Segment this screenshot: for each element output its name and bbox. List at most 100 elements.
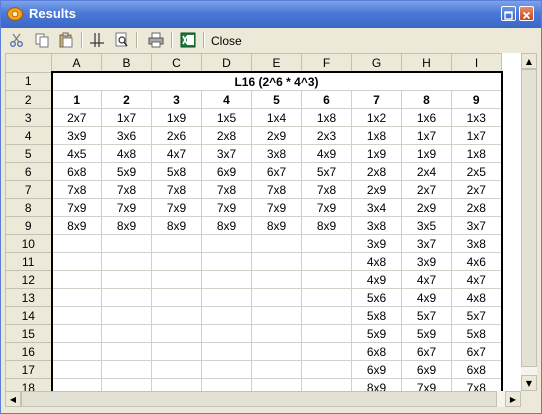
- grid-cell[interactable]: 1x9: [401, 144, 452, 163]
- grid-cell[interactable]: 4x7: [451, 270, 503, 289]
- grid-cell[interactable]: [101, 288, 152, 307]
- grid-cell[interactable]: 2x7: [451, 180, 503, 199]
- row-header[interactable]: 10: [5, 234, 52, 253]
- grid-cell[interactable]: [201, 324, 252, 343]
- grid-cell[interactable]: [251, 324, 302, 343]
- grid-cell[interactable]: 4x9: [401, 288, 452, 307]
- grid-cell[interactable]: [301, 360, 352, 379]
- grid-cell[interactable]: 2x9: [251, 126, 302, 145]
- factor-cell[interactable]: 2: [101, 90, 152, 109]
- grid-cell[interactable]: [50, 234, 102, 253]
- grid-cell[interactable]: [101, 342, 152, 361]
- grid-cell[interactable]: 3x7: [201, 144, 252, 163]
- row-header[interactable]: 7: [5, 180, 52, 199]
- grid-cell[interactable]: [50, 360, 102, 379]
- design-title-cell[interactable]: L16 (2^6 * 4^3): [50, 71, 503, 91]
- factor-cell[interactable]: 9: [451, 90, 503, 109]
- grid-cell[interactable]: 2x7: [50, 108, 102, 127]
- grid-cell[interactable]: 7x8: [451, 378, 503, 391]
- grid-cell[interactable]: 7x8: [50, 180, 102, 199]
- grid-cell[interactable]: 7x9: [151, 198, 202, 217]
- grid-cell[interactable]: [251, 252, 302, 271]
- row-header[interactable]: 17: [5, 360, 52, 379]
- grid-cell[interactable]: 5x9: [401, 324, 452, 343]
- row-header[interactable]: 18: [5, 378, 52, 391]
- grid-cell[interactable]: 2x7: [401, 180, 452, 199]
- grid-cell[interactable]: [50, 288, 102, 307]
- grid-cell[interactable]: [101, 306, 152, 325]
- grid-cell[interactable]: [151, 252, 202, 271]
- grid-cell[interactable]: 4x9: [301, 144, 352, 163]
- grid-cell[interactable]: 7x8: [201, 180, 252, 199]
- grid-cell[interactable]: [251, 234, 302, 253]
- column-header[interactable]: H: [401, 53, 452, 73]
- grid-cell[interactable]: [50, 324, 102, 343]
- grid-cell[interactable]: 2x9: [401, 198, 452, 217]
- results-grid[interactable]: ABCDEFGHI 1 L16 (2^6 * 4^3) 2 1 2 3 4 5 6 7 8 9 3 2x7…: [5, 53, 521, 391]
- size-grip[interactable]: [521, 391, 537, 407]
- grid-cell[interactable]: [151, 234, 202, 253]
- grid-cell[interactable]: [301, 324, 352, 343]
- vertical-scroll-thumb[interactable]: [521, 69, 537, 367]
- grid-cell[interactable]: [151, 342, 202, 361]
- export-excel-button[interactable]: [178, 30, 198, 50]
- grid-cell[interactable]: 5x8: [451, 324, 503, 343]
- grid-cell[interactable]: 8x9: [151, 216, 202, 235]
- grid-cell[interactable]: [201, 252, 252, 271]
- grid-cell[interactable]: [101, 324, 152, 343]
- grid-cell[interactable]: 7x9: [301, 198, 352, 217]
- row-header[interactable]: 15: [5, 324, 52, 343]
- grid-cell[interactable]: 6x7: [451, 342, 503, 361]
- grid-cell[interactable]: [301, 342, 352, 361]
- title-bar[interactable]: Results: [1, 1, 541, 28]
- column-header[interactable]: I: [451, 53, 502, 73]
- print-button[interactable]: [146, 30, 166, 50]
- grid-cell[interactable]: [251, 270, 302, 289]
- close-window-button[interactable]: [519, 6, 534, 21]
- grid-cell[interactable]: [201, 342, 252, 361]
- factor-cell[interactable]: 6: [301, 90, 352, 109]
- grid-cell[interactable]: 5x7: [451, 306, 503, 325]
- grid-cell[interactable]: 4x7: [151, 144, 202, 163]
- row-header[interactable]: 8: [5, 198, 52, 217]
- grid-cell[interactable]: 3x9: [351, 234, 402, 253]
- grid-cell[interactable]: [201, 270, 252, 289]
- factor-cell[interactable]: 4: [201, 90, 252, 109]
- grid-cell[interactable]: 2x8: [201, 126, 252, 145]
- grid-cell[interactable]: [301, 252, 352, 271]
- factor-cell[interactable]: 5: [251, 90, 302, 109]
- row-header[interactable]: 13: [5, 288, 52, 307]
- grid-cell[interactable]: [101, 252, 152, 271]
- grid-cell[interactable]: 1x9: [351, 144, 402, 163]
- column-header[interactable]: B: [101, 53, 152, 73]
- grid-cell[interactable]: 7x8: [301, 180, 352, 199]
- grid-cell[interactable]: 6x8: [50, 162, 102, 181]
- grid-cell[interactable]: [151, 288, 202, 307]
- grid-cell[interactable]: 3x7: [451, 216, 503, 235]
- grid-cell[interactable]: [251, 288, 302, 307]
- grid-cell[interactable]: 4x8: [351, 252, 402, 271]
- grid-cell[interactable]: 3x8: [451, 234, 503, 253]
- grid-cell[interactable]: [101, 360, 152, 379]
- grid-cell[interactable]: 2x8: [451, 198, 503, 217]
- grid-cell[interactable]: 5x8: [151, 162, 202, 181]
- grid-cell[interactable]: 7x9: [251, 198, 302, 217]
- grid-cell[interactable]: [101, 378, 152, 391]
- row-header[interactable]: 1: [5, 71, 52, 91]
- grid-cell[interactable]: [251, 378, 302, 391]
- grid-cell[interactable]: 4x7: [401, 270, 452, 289]
- grid-cell[interactable]: 4x5: [50, 144, 102, 163]
- grid-cell[interactable]: [301, 270, 352, 289]
- grid-cell[interactable]: 3x8: [351, 216, 402, 235]
- grid-cell[interactable]: [151, 360, 202, 379]
- grid-cell[interactable]: 5x7: [401, 306, 452, 325]
- row-header[interactable]: 9: [5, 216, 52, 235]
- grid-cell[interactable]: 1x9: [151, 108, 202, 127]
- grid-cell[interactable]: 8x9: [50, 216, 102, 235]
- cut-button[interactable]: [7, 30, 27, 50]
- grid-cell[interactable]: 8x9: [251, 216, 302, 235]
- grid-cell[interactable]: 2x5: [451, 162, 503, 181]
- grid-cell[interactable]: 6x8: [351, 342, 402, 361]
- grid-cell[interactable]: 6x8: [451, 360, 503, 379]
- horizontal-scrollbar[interactable]: ◀ ▶: [5, 391, 521, 407]
